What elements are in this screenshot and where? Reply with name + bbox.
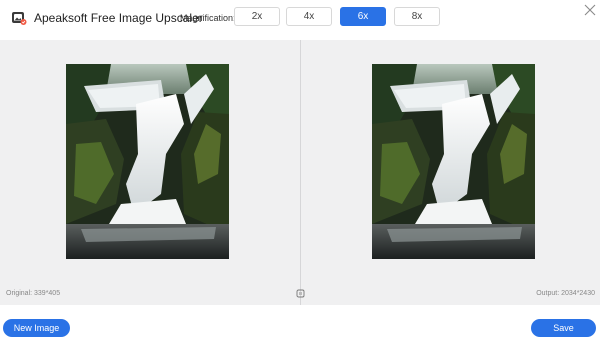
magnification-2x-button[interactable]: 2x (234, 7, 280, 26)
title-bar: Apeaksoft Free Image Upscaler Magnificat… (0, 0, 600, 40)
original-waterfall-image (66, 64, 229, 259)
compare-icon[interactable] (296, 289, 305, 298)
action-bar: New Image Save (0, 305, 600, 347)
output-waterfall-image (372, 64, 535, 259)
original-image-preview (66, 64, 229, 259)
app-title: Apeaksoft Free Image Upscaler (34, 11, 203, 25)
compare-divider[interactable] (300, 40, 301, 305)
magnification-4x-button[interactable]: 4x (286, 7, 332, 26)
photo-logo-icon (12, 12, 27, 25)
comparison-panel: Original: 339*405 Output: 2034*2430 (0, 40, 600, 305)
output-image-preview (372, 64, 535, 259)
output-size-label: Output: 2034*2430 (536, 290, 595, 297)
magnification-6x-button[interactable]: 6x (340, 7, 386, 26)
close-icon[interactable] (583, 3, 597, 17)
magnification-label: Magnification: (180, 13, 236, 23)
magnification-8x-button[interactable]: 8x (394, 7, 440, 26)
new-image-button[interactable]: New Image (3, 319, 70, 337)
original-size-label: Original: 339*405 (6, 290, 61, 297)
save-button[interactable]: Save (531, 319, 596, 337)
